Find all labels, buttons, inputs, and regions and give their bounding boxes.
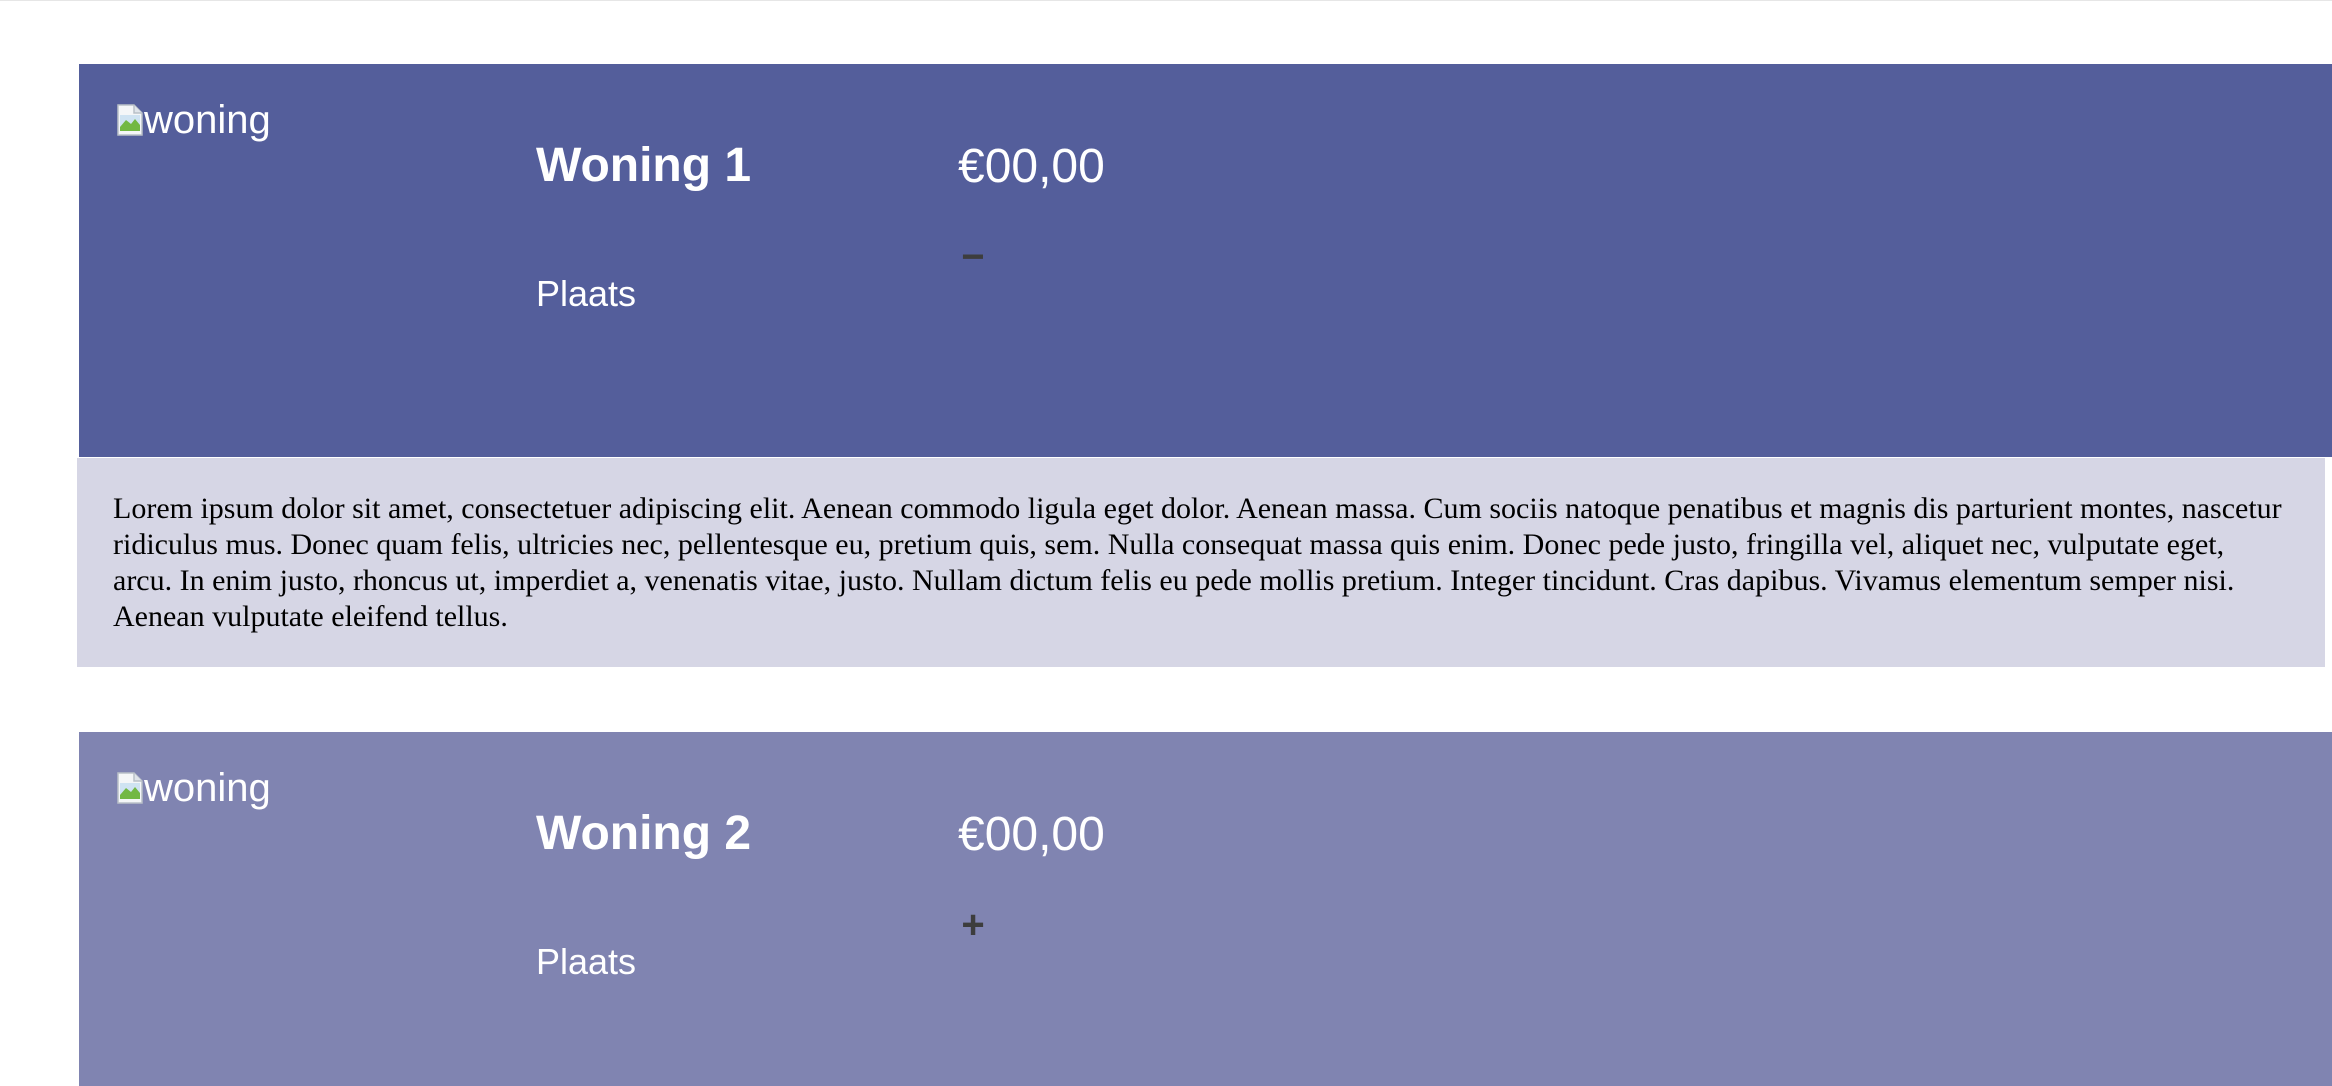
broken-image-icon [116,103,144,137]
listing-card: woning Woning 1 Plaats €00,00 − [79,64,2332,457]
description-text: Lorem ipsum dolor sit amet, consectetuer… [113,492,2282,633]
image-alt-text: woning [144,98,271,142]
listing-image: woning [116,768,271,808]
listing-place: Plaats [536,273,637,314]
listing-price: €00,00 [958,140,1105,193]
page: woning Woning 1 Plaats €00,00 − Lorem ip… [0,0,2332,1086]
collapse-button[interactable]: − [956,237,990,277]
listing-card: woning Woning 2 Plaats €00,00 + [79,732,2332,1086]
image-alt-text: woning [144,766,271,810]
listing-image: woning [116,100,271,140]
broken-image-icon [116,771,144,805]
listing-description: Lorem ipsum dolor sit amet, consectetuer… [77,458,2325,667]
listing-place: Plaats [536,941,637,982]
listing-price: €00,00 [958,808,1105,861]
listing-title: Woning 2 [536,807,752,860]
expand-button[interactable]: + [956,905,990,945]
listing-title: Woning 1 [536,139,752,192]
